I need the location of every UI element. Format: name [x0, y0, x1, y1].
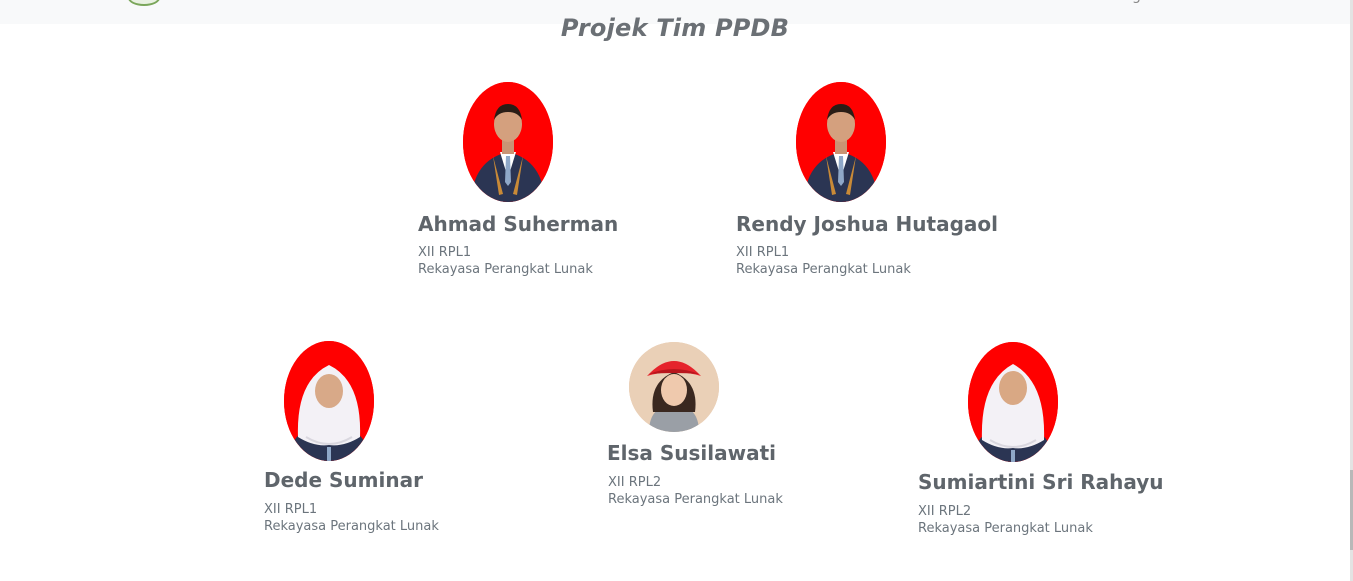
member-class: XII RPL1: [418, 245, 472, 260]
girl-hijab-portrait-icon: [968, 342, 1058, 462]
member-class: XII RPL1: [736, 245, 790, 260]
member-name: Ahmad Suherman: [418, 212, 619, 236]
member-major: Rekayasa Perangkat Lunak: [418, 262, 593, 277]
school-logo-icon[interactable]: [128, 0, 160, 6]
section-title: Projek Tim PPDB: [560, 14, 790, 42]
member-photo: [284, 341, 374, 461]
member-major: Rekayasa Perangkat Lunak: [918, 521, 1093, 536]
girl-red-cap-portrait-icon: [629, 342, 719, 432]
member-class: XII RPL1: [264, 502, 318, 517]
nav-link-fragment[interactable]: g: [1132, 0, 1141, 4]
boy-portrait-icon: [796, 82, 886, 202]
member-photo: [463, 82, 553, 202]
member-class: XII RPL2: [608, 475, 662, 490]
member-major: Rekayasa Perangkat Lunak: [264, 519, 439, 534]
member-major: Rekayasa Perangkat Lunak: [736, 262, 911, 277]
member-photo: [968, 342, 1058, 462]
member-class: XII RPL2: [918, 504, 972, 519]
member-major: Rekayasa Perangkat Lunak: [608, 492, 783, 507]
boy-portrait-icon: [463, 82, 553, 202]
member-name: Sumiartini Sri Rahayu: [918, 470, 1164, 494]
member-name: Rendy Joshua Hutagaol: [736, 212, 998, 236]
girl-hijab-portrait-icon: [284, 341, 374, 461]
member-name: Dede Suminar: [264, 468, 423, 492]
member-photo: [796, 82, 886, 202]
member-name: Elsa Susilawati: [607, 441, 777, 465]
member-photo: [629, 342, 719, 432]
